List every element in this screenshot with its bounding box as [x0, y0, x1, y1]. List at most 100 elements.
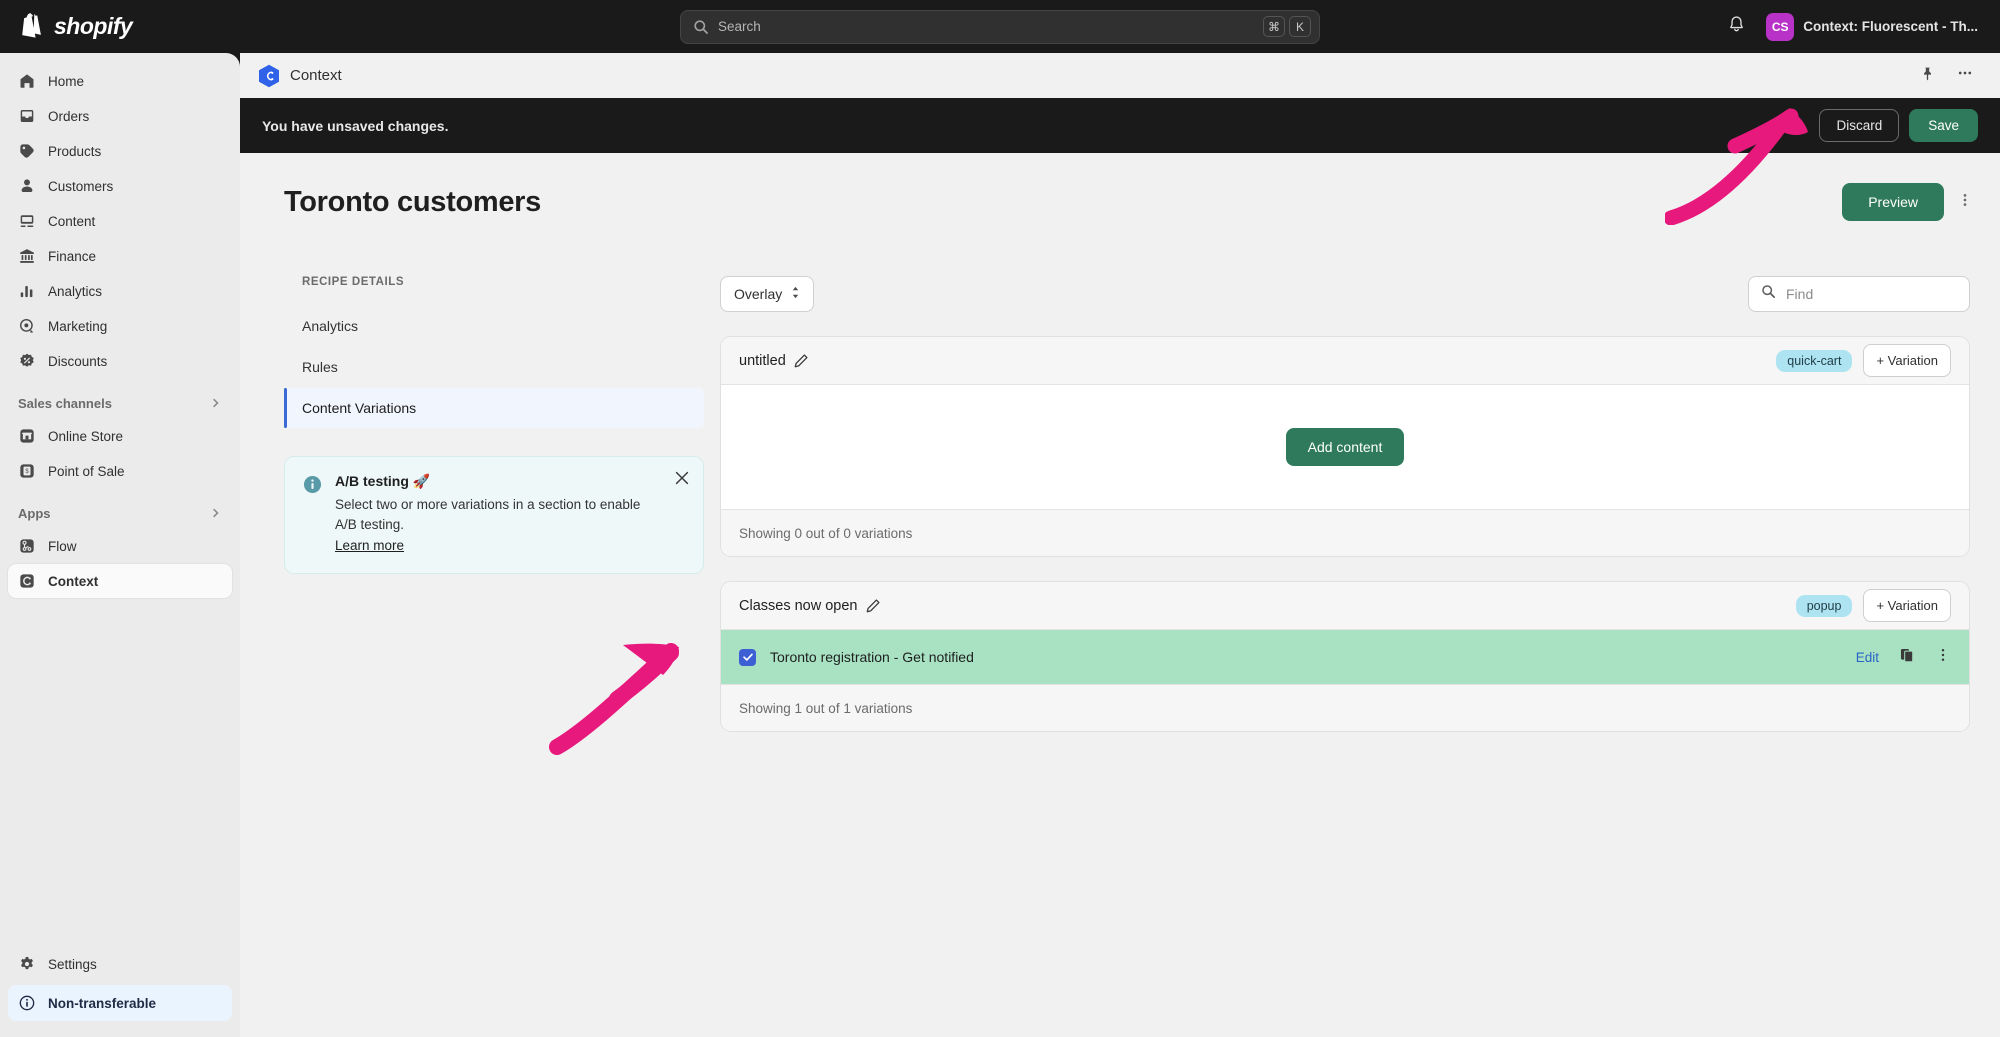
orders-icon — [18, 107, 36, 125]
sidebar-item-label: Finance — [48, 249, 96, 264]
recipe-details-heading: RECIPE DETAILS — [284, 276, 704, 288]
sidebar-item-customers[interactable]: Customers — [8, 169, 232, 203]
edit-pencil-icon[interactable] — [794, 354, 808, 368]
add-variation-button[interactable]: + Variation — [1863, 589, 1951, 622]
preview-button[interactable]: Preview — [1842, 183, 1944, 221]
unsaved-changes-message: You have unsaved changes. — [262, 118, 448, 134]
products-icon — [18, 142, 36, 160]
variation-section-footer: Showing 1 out of 1 variations — [721, 684, 1969, 731]
sidebar-section-apps[interactable]: Apps — [8, 498, 232, 528]
sidebar-item-label: Point of Sale — [48, 464, 125, 479]
sidebar-item-products[interactable]: Products — [8, 134, 232, 168]
main-sidebar: Home Orders Products Customers Content F… — [0, 53, 240, 1037]
bell-icon — [1727, 15, 1746, 39]
sidebar-item-label: Analytics — [48, 284, 102, 299]
sidebar-item-marketing[interactable]: Marketing — [8, 309, 232, 343]
duplicate-icon[interactable] — [1899, 647, 1915, 668]
variation-section-actions: quick-cart + Variation — [1776, 344, 1951, 377]
variation-section-card: Classes now open popup + Variation — [720, 581, 1970, 732]
variation-section-card: untitled quick-cart + Variation Add cont… — [720, 336, 1970, 557]
sidebar-item-label: Customers — [48, 179, 113, 194]
online-store-icon — [18, 427, 36, 445]
variation-section-name: Classes now open — [739, 598, 858, 614]
save-button[interactable]: Save — [1909, 109, 1978, 142]
sidebar-item-label: Discounts — [48, 354, 107, 369]
app-more-menu-button[interactable] — [1954, 65, 1976, 87]
pin-button[interactable] — [1916, 65, 1938, 87]
app-header-actions — [1916, 65, 1982, 87]
ab-testing-info-banner: A/B testing 🚀 Select two or more variati… — [284, 456, 704, 574]
app-title: Context — [290, 67, 342, 84]
sidebar-item-point-of-sale[interactable]: $ Point of Sale — [8, 454, 232, 488]
user-menu-button[interactable]: CS Context: Fluorescent - Th... — [1762, 9, 1986, 45]
learn-more-link[interactable]: Learn more — [335, 538, 404, 553]
sidebar-section-sales-channels[interactable]: Sales channels — [8, 388, 232, 418]
analytics-icon — [18, 282, 36, 300]
chevron-right-icon — [210, 397, 222, 409]
close-icon[interactable] — [675, 471, 689, 485]
ellipsis-horizontal-icon — [1957, 65, 1973, 86]
sidebar-item-settings[interactable]: Settings — [8, 947, 232, 981]
sidebar-item-label: Content — [48, 214, 95, 229]
sidebar-item-content[interactable]: Content — [8, 204, 232, 238]
sidebar-item-label: Context — [48, 574, 98, 589]
variation-empty-state: Add content — [721, 385, 1969, 509]
content-type-select[interactable]: Overlay — [720, 276, 814, 312]
global-top-bar: shopify Search ⌘ K CS Context: Fluoresce… — [0, 0, 2000, 53]
global-search-input[interactable]: Search ⌘ K — [680, 10, 1320, 44]
add-variation-button[interactable]: + Variation — [1863, 344, 1951, 377]
avatar: CS — [1766, 13, 1794, 41]
sidebar-item-label: Home — [48, 74, 84, 89]
sidebar-item-orders[interactable]: Orders — [8, 99, 232, 133]
variation-more-menu-button[interactable] — [1935, 647, 1951, 668]
gear-icon — [18, 955, 36, 973]
info-icon — [18, 994, 36, 1012]
ab-testing-title: A/B testing 🚀 — [335, 473, 665, 490]
recipe-tab-content-variations[interactable]: Content Variations — [284, 388, 704, 428]
page-title: Toronto customers — [284, 186, 541, 219]
sidebar-item-label: Orders — [48, 109, 89, 124]
discounts-icon — [18, 352, 36, 370]
variations-toolbar: Overlay Find — [720, 276, 1970, 312]
page-columns: RECIPE DETAILS Analytics Rules Content V… — [240, 221, 2000, 756]
sidebar-status-non-transferable[interactable]: Non-transferable — [8, 985, 232, 1021]
sidebar-section-label: Sales channels — [18, 396, 112, 411]
sidebar-item-analytics[interactable]: Analytics — [8, 274, 232, 308]
variation-section-actions: popup + Variation — [1796, 589, 1951, 622]
sidebar-item-online-store[interactable]: Online Store — [8, 419, 232, 453]
recipe-tab-analytics[interactable]: Analytics — [284, 306, 704, 346]
find-input[interactable]: Find — [1748, 276, 1970, 312]
sidebar-status-label: Non-transferable — [48, 996, 156, 1011]
embedded-app-frame: Context You have unsaved changes. Discar… — [240, 53, 2000, 1037]
page-more-menu-button[interactable] — [1952, 187, 1978, 217]
sidebar-item-label: Flow — [48, 539, 77, 554]
shopify-brand[interactable]: shopify — [22, 13, 222, 40]
sidebar-item-label: Products — [48, 144, 101, 159]
notifications-button[interactable] — [1720, 11, 1752, 43]
discard-button[interactable]: Discard — [1819, 109, 1899, 142]
home-icon — [18, 72, 36, 90]
edit-link[interactable]: Edit — [1856, 650, 1879, 665]
sidebar-item-flow[interactable]: Flow — [8, 529, 232, 563]
recipe-tab-label: Rules — [302, 359, 338, 375]
page-header-actions: Preview — [1842, 183, 1978, 221]
variation-checkbox[interactable] — [739, 649, 756, 666]
variation-section-name: untitled — [739, 353, 786, 369]
sidebar-item-home[interactable]: Home — [8, 64, 232, 98]
table-row[interactable]: Toronto registration - Get notified Edit — [721, 630, 1969, 684]
flow-icon — [18, 537, 36, 555]
sidebar-item-discounts[interactable]: Discounts — [8, 344, 232, 378]
recipe-tab-rules[interactable]: Rules — [284, 347, 704, 387]
edit-pencil-icon[interactable] — [866, 599, 880, 613]
sidebar-item-context[interactable]: Context — [8, 564, 232, 598]
context-app-logo-icon — [258, 64, 280, 88]
content-type-select-value: Overlay — [734, 286, 782, 302]
ab-testing-info-text: A/B testing 🚀 Select two or more variati… — [335, 473, 665, 555]
sidebar-item-finance[interactable]: Finance — [8, 239, 232, 273]
add-content-button[interactable]: Add content — [1286, 428, 1405, 466]
page-header: Toronto customers Preview — [240, 153, 2000, 221]
recipe-tab-label: Content Variations — [302, 400, 416, 416]
search-icon — [1761, 284, 1776, 304]
top-bar-actions: CS Context: Fluorescent - Th... — [1720, 9, 1986, 45]
point-of-sale-icon: $ — [18, 462, 36, 480]
